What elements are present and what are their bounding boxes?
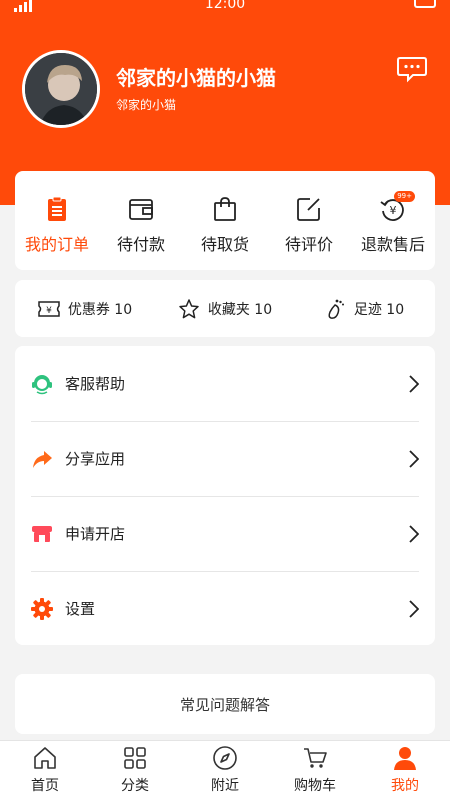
order-label: 待取货 [200,235,249,254]
menu-label: 设置 [65,600,96,618]
clock: 12:00 [204,0,246,12]
tab-mine[interactable]: 我的 [360,741,450,800]
tab-category[interactable]: 分类 [90,741,180,800]
refund-icon-wrap: ¥ 99+ [379,191,415,223]
username: 邻家的小猫的小猫 [116,66,276,90]
status-bar: 12:00 [0,0,450,14]
chevron-right-icon [409,599,419,618]
order-label: 退款售后 [360,235,425,254]
faq-button[interactable]: 常见问题解答 [15,674,435,734]
stat-favorites[interactable]: 收藏夹 10 [155,298,295,320]
tab-bar: 首页 分类 附近 购物车 我的 [0,740,450,800]
tab-label: 购物车 [294,778,336,794]
order-pending-payment[interactable]: 待付款 [99,171,183,270]
menu-label: 客服帮助 [65,375,126,393]
chevron-right-icon [409,374,419,393]
tab-label: 附近 [211,778,239,794]
cart-icon [304,748,327,768]
svg-text:¥: ¥ [46,306,52,316]
order-refund[interactable]: ¥ 99+ 退款售后 [351,171,435,270]
menu-settings[interactable]: 设置 [15,571,435,646]
stat-coupons[interactable]: ¥ 优惠券 10 [15,299,155,319]
stat-footprints[interactable]: 足迹 10 [295,298,435,320]
tab-label: 分类 [121,778,149,794]
stat-label: 收藏夹 10 [207,301,273,318]
stats-card: ¥ 优惠券 10 收藏夹 10 足迹 10 [15,280,435,337]
gear-icon [31,597,53,620]
menu-open-store[interactable]: 申请开店 [15,496,435,571]
battery-icon [414,0,436,8]
order-label: 我的订单 [24,235,89,254]
tab-home[interactable]: 首页 [0,741,90,800]
tab-label: 首页 [31,778,59,794]
star-icon [179,298,199,318]
wallet-icon [129,199,153,220]
order-pending-pickup[interactable]: 待取货 [183,171,267,270]
menu-card: 客服帮助 分享应用 申请开店 设置 [15,346,435,645]
order-pending-review[interactable]: 待评价 [267,171,351,270]
compass-icon [213,746,237,770]
order-label: 待评价 [284,235,333,254]
coupon-icon: ¥ [38,300,60,317]
menu-share-app[interactable]: 分享应用 [15,421,435,496]
store-icon [32,525,52,542]
tab-nearby[interactable]: 附近 [180,741,270,800]
tab-cart[interactable]: 购物车 [270,741,360,800]
menu-label: 分享应用 [65,450,126,468]
user-subtitle: 邻家的小猫 [116,98,177,112]
grid-icon [124,747,146,769]
tab-label: 我的 [391,778,419,794]
chevron-right-icon [409,524,419,543]
faq-label: 常见问题解答 [179,695,270,714]
order-label: 待付款 [116,235,165,254]
share-icon [33,450,52,468]
orders-card: 我的订单 待付款 待取货 待评价 ¥ 99+ 退款售后 [15,171,435,270]
edit-icon [297,198,320,221]
chevron-right-icon [409,449,419,468]
order-my-orders[interactable]: 我的订单 [15,171,99,270]
menu-label: 申请开店 [65,525,126,543]
headset-icon [32,374,52,394]
stat-label: 足迹 10 [353,301,405,318]
avatar[interactable] [22,50,100,128]
clipboard-icon [48,196,66,221]
shopping-bag-icon [214,197,236,221]
home-icon [34,747,56,769]
footprint-icon [328,299,344,319]
avatar-photo [25,53,97,125]
menu-customer-service[interactable]: 客服帮助 [15,346,435,421]
stat-label: 优惠券 10 [67,301,133,318]
svg-text:¥: ¥ [390,204,397,217]
user-icon [394,747,416,770]
message-icon[interactable] [396,52,428,84]
refund-badge: 99+ [394,191,415,202]
